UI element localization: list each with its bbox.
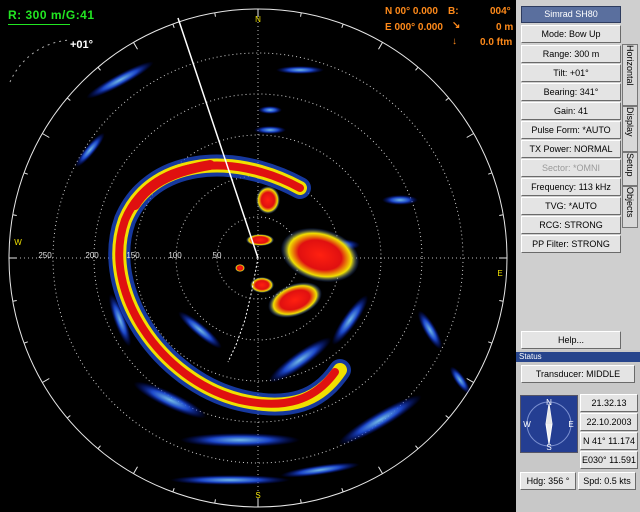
compass-letter-w: W	[523, 420, 531, 429]
tilt-readout: +01°	[70, 39, 94, 51]
bearing-tick	[466, 133, 474, 138]
app-title: Simrad SH80	[521, 6, 621, 23]
bearing-tick	[214, 499, 216, 504]
bearing-tick	[66, 415, 71, 419]
frequency-button[interactable]: Frequency: 113 kHz	[521, 178, 621, 196]
bearing-tick	[172, 23, 175, 28]
tilt-button[interactable]: Tilt: +01°	[521, 64, 621, 82]
bearing-tick	[66, 97, 71, 101]
bearing-tick	[499, 214, 504, 216]
range-button[interactable]: Range: 300 m	[521, 45, 621, 63]
mode-button[interactable]: Mode: Bow Up	[521, 25, 621, 43]
heading-display: Hdg: 356 °	[520, 472, 576, 490]
control-panel: Simrad SH80 Mode: Bow Up Range: 300 m Ti…	[516, 0, 640, 512]
bearing-tick	[499, 300, 504, 302]
tab-objects[interactable]: Objects	[622, 186, 638, 228]
pulse-form-button[interactable]: Pulse Form: *AUTO	[521, 121, 621, 139]
speed-display: Spd: 0.5 kts	[578, 472, 636, 490]
bearing-tick	[341, 23, 344, 28]
ring-label: 50	[213, 251, 222, 260]
transducer-button[interactable]: Transducer: MIDDLE	[521, 365, 635, 383]
sonar-display[interactable]: N S W E 250 200 150 100 50 R: 300 m/G:41…	[0, 0, 516, 512]
bearing-tick	[445, 97, 450, 101]
latitude-display: N 41° 11.174	[580, 432, 638, 450]
bearing-tick	[12, 300, 17, 302]
ring-label: 200	[85, 251, 99, 260]
tab-horizontal-label: Horizontal	[625, 45, 635, 86]
ring-labels: 250 200 150 100 50	[38, 251, 222, 260]
pp-filter-button[interactable]: PP Filter: STRONG	[521, 235, 621, 253]
bearing-tick	[133, 466, 138, 474]
bearing-tick	[488, 172, 493, 175]
tab-display-label: Display	[625, 107, 635, 137]
b-value: 004°	[490, 6, 511, 17]
sonar-plot: N S W E 250 200 150 100 50	[8, 8, 508, 508]
compass-n: N	[255, 15, 261, 24]
compass-rose-icon: N S W E	[520, 395, 578, 453]
range-gain-readout: R: 300 m/G:41	[8, 8, 95, 22]
bearing-tick	[300, 12, 302, 17]
b-label: B:	[448, 6, 459, 17]
gain-button[interactable]: Gain: 41	[521, 102, 621, 120]
position-lon: E 000° 0.000	[385, 22, 443, 33]
tab-setup-label: Setup	[625, 153, 635, 177]
depth-ftm: 0.0 ftm	[480, 37, 513, 48]
bearing-tick	[133, 42, 138, 50]
status-header: Status	[516, 352, 640, 362]
bearing-tick	[97, 445, 101, 450]
bearing-tick	[466, 378, 474, 383]
bearing-tick	[97, 66, 101, 71]
bearing-tick	[341, 488, 344, 493]
bearing-tick	[214, 12, 216, 17]
help-button[interactable]: Help...	[521, 331, 621, 349]
date-display: 22.10.2003	[580, 413, 638, 431]
bearing-tick	[378, 42, 383, 50]
compass-letter-n: N	[546, 398, 552, 407]
bearing-button[interactable]: Bearing: 341°	[521, 83, 621, 101]
tab-setup[interactable]: Setup	[622, 152, 638, 186]
ring-label: 100	[168, 251, 182, 260]
tab-display[interactable]: Display	[622, 106, 638, 152]
bearing-tick	[378, 466, 383, 474]
compass-s: S	[255, 491, 260, 500]
ring-label: 150	[126, 251, 140, 260]
weak-echoes	[75, 61, 471, 485]
bearing-tick	[415, 66, 419, 71]
tilt-arc	[9, 39, 71, 83]
bearing-tick	[300, 499, 302, 504]
bearing-line	[177, 17, 259, 259]
longitude-display: E030° 11.591	[580, 451, 638, 469]
position-lat: N 00° 0.000	[385, 6, 438, 17]
compass-letter-e: E	[568, 420, 573, 429]
bearing-tick	[12, 214, 17, 216]
center-echoes	[235, 186, 360, 318]
bearing-tick	[415, 445, 419, 450]
tx-power-button[interactable]: TX Power: NORMAL	[521, 140, 621, 158]
bearing-tick	[172, 488, 175, 493]
bearing-tick	[42, 378, 50, 383]
compass-e: E	[497, 269, 502, 278]
bearing-tick	[445, 415, 450, 419]
bearing-tick	[23, 341, 28, 344]
depth-m: 0 m	[496, 22, 514, 33]
tvg-button[interactable]: TVG: *AUTO	[521, 197, 621, 215]
ring-label: 250	[38, 251, 52, 260]
compass-w: W	[14, 238, 22, 247]
tab-objects-label: Objects	[625, 187, 635, 218]
fathom-arrow-icon: ↓	[452, 36, 457, 47]
compass-letter-s: S	[546, 443, 551, 452]
bearing-tick	[42, 133, 50, 138]
tab-horizontal[interactable]: Horizontal	[622, 44, 638, 106]
bearing-tick	[488, 341, 493, 344]
sector-button[interactable]: Sector: *OMNI	[521, 159, 621, 177]
bearing-tick	[23, 172, 28, 175]
readout-underline	[8, 24, 70, 25]
vessel-track	[227, 257, 259, 363]
time-display: 21.32.13	[580, 394, 638, 412]
rcg-button[interactable]: RCG: STRONG	[521, 216, 621, 234]
depth-arrow-icon: ↘	[452, 20, 461, 31]
